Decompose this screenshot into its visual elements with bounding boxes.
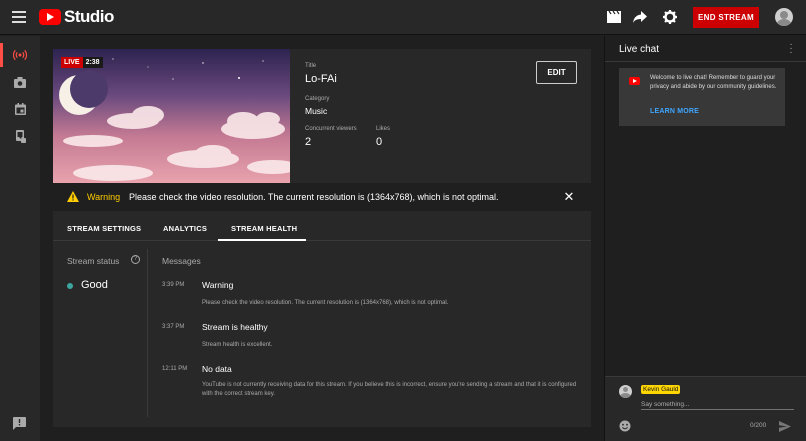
message-title: Warning [202, 280, 234, 290]
category-label: Category [305, 96, 330, 102]
stream-preview[interactable]: LIVE 2:38 [53, 49, 290, 183]
viewers-count: 2 [305, 136, 312, 148]
avatar [619, 385, 632, 398]
youtube-logo-icon [39, 9, 61, 25]
message-title: Stream is healthy [202, 322, 268, 332]
youtube-logo-icon [629, 77, 640, 85]
live-badge: LIVE 2:38 [61, 57, 103, 68]
elapsed-time: 2:38 [82, 57, 103, 68]
send-icon[interactable] [779, 419, 791, 432]
warning-title: Warning [87, 192, 121, 202]
chat-header: Live chat · · · [605, 36, 806, 62]
manage-icon [15, 129, 26, 143]
nav-webcam[interactable] [0, 70, 40, 94]
help-icon[interactable]: ? [131, 255, 140, 264]
learn-more-link[interactable]: LEARN MORE [650, 108, 699, 115]
warning-message: Please check the video resolution. The c… [129, 192, 499, 202]
message-time: 3:37 PM [162, 324, 185, 330]
broadcast-icon [13, 49, 27, 61]
warning-banner: Warning Please check the video resolutio… [53, 183, 591, 211]
tab-stream-health[interactable]: STREAM HEALTH [231, 224, 297, 233]
preview-image [53, 49, 290, 183]
divider [147, 249, 148, 417]
chat-input-area: Kevin Gauld 0/200 [605, 376, 806, 441]
chat-title: Live chat [619, 44, 660, 55]
emoji-icon[interactable] [619, 419, 631, 432]
app-name: Studio [64, 7, 114, 26]
char-count: 0/200 [750, 422, 767, 429]
viewers-label: Concurrent viewers [305, 126, 357, 132]
chat-message-input[interactable] [641, 399, 794, 410]
live-chat-panel: Live chat · · · Welcome to live chat! Reme… [604, 36, 806, 441]
likes-count: 0 [376, 136, 383, 148]
tab-stream-settings[interactable]: STREAM SETTINGS [67, 224, 141, 233]
status-indicator [67, 283, 73, 289]
more-options-icon[interactable]: · · · [788, 40, 794, 58]
top-bar: Studio END STREAM [0, 0, 806, 35]
calendar-icon [14, 103, 26, 115]
edit-button[interactable]: EDIT [536, 61, 577, 84]
stream-panel: LIVE 2:38 Title Lo-FAi Category Music Co… [53, 49, 591, 427]
feedback-icon[interactable] [13, 417, 26, 430]
nav-scheduled[interactable] [0, 97, 40, 121]
close-icon[interactable]: ✕ [563, 190, 575, 204]
warning-icon [67, 191, 79, 202]
chat-welcome-notice: Welcome to live chat! Remember to guard … [619, 68, 785, 126]
account-avatar[interactable] [775, 8, 793, 26]
tab-bar: STREAM SETTINGS ANALYTICS STREAM HEALTH [53, 215, 591, 241]
message-body: Please check the video resolution. The c… [202, 300, 449, 306]
stream-status-value: Good [81, 279, 108, 291]
studio-logo[interactable]: Studio [39, 7, 114, 26]
messages-label: Messages [162, 256, 201, 266]
message-body: YouTube is not currently receiving data … [202, 382, 577, 397]
clapperboard-icon[interactable] [606, 9, 622, 25]
nav-stream[interactable] [0, 43, 40, 67]
message-time: 3:39 PM [162, 282, 185, 288]
left-nav [0, 36, 40, 441]
nav-manage[interactable] [0, 124, 40, 148]
message-time: 12:11 PM [162, 366, 188, 372]
tab-analytics[interactable]: ANALYTICS [163, 224, 207, 233]
menu-icon[interactable] [12, 11, 26, 23]
stream-category: Music [305, 106, 328, 116]
title-label: Title [305, 63, 317, 69]
active-tab-indicator [218, 239, 306, 241]
chat-username: Kevin Gauld [641, 385, 681, 394]
live-label: LIVE [61, 57, 83, 68]
likes-label: Likes [376, 126, 391, 132]
stream-status-label: Stream status [67, 256, 120, 266]
message-title: No data [202, 364, 232, 374]
stream-title: Lo-FAi [305, 73, 337, 85]
notice-text: Welcome to live chat! Remember to guard … [650, 75, 777, 90]
end-stream-button[interactable]: END STREAM [693, 7, 759, 28]
message-body: Stream health is excellent. [202, 342, 273, 348]
gear-icon[interactable] [662, 9, 678, 25]
camera-icon [14, 76, 26, 88]
share-icon[interactable] [632, 9, 648, 25]
